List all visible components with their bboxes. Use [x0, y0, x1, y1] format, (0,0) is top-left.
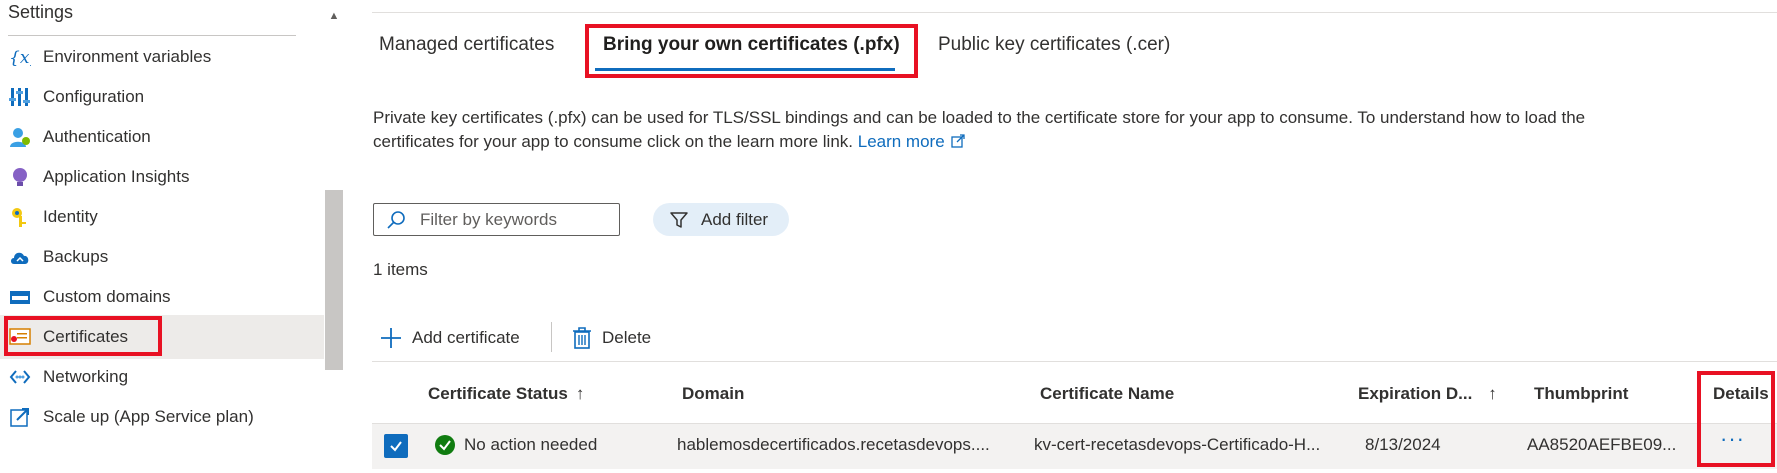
sidebar-item-label: Configuration: [43, 87, 145, 106]
sidebar-item-label: Custom domains: [43, 287, 171, 306]
networking-icon: [9, 366, 31, 388]
cell-certificate-name: kv-cert-recetasdevops-Certificado-H...: [1034, 435, 1321, 454]
delete-label: Delete: [602, 328, 652, 347]
sidebar-item-label: Authentication: [43, 127, 151, 146]
command-bar-divider: [372, 361, 1777, 362]
scale-up-icon: [9, 406, 31, 428]
search-box[interactable]: [373, 203, 620, 236]
sidebar: Settings {x} Environment variables Confi…: [0, 0, 343, 473]
backups-cloud-icon: [9, 246, 31, 268]
scroll-up-arrow-icon[interactable]: ▲: [325, 10, 343, 30]
sidebar-item-label: Certificates: [43, 327, 129, 346]
learn-more-link[interactable]: Learn more: [858, 132, 945, 151]
sort-arrow-icon: ↑: [575, 384, 585, 403]
tab-managed-certificates[interactable]: Managed certificates: [379, 34, 554, 56]
sidebar-item-application-insights[interactable]: Application Insights: [0, 155, 324, 199]
active-tab-indicator: [595, 68, 895, 71]
configuration-icon: [9, 86, 31, 108]
sort-arrow-icon: ↑: [1488, 384, 1497, 403]
variables-icon: {x}: [9, 46, 31, 68]
sidebar-item-identity[interactable]: Identity: [0, 195, 324, 239]
row-checkbox[interactable]: [384, 434, 408, 458]
sidebar-section-title: Settings: [8, 2, 74, 22]
cell-expiration-date: 8/13/2024: [1365, 435, 1441, 454]
sidebar-item-scale-up[interactable]: Scale up (App Service plan): [0, 395, 324, 439]
column-header-details[interactable]: Details: [1713, 384, 1769, 404]
success-check-circle-icon: [434, 434, 456, 456]
custom-domains-icon: [9, 286, 31, 308]
sidebar-scrollbar-thumb[interactable]: [325, 190, 343, 370]
column-header-thumbprint[interactable]: Thumbprint: [1534, 384, 1628, 404]
search-input[interactable]: [420, 209, 610, 230]
authentication-icon: [9, 126, 31, 148]
column-header-domain[interactable]: Domain: [682, 384, 744, 404]
tab-bring-your-own-certificates[interactable]: Bring your own certificates (.pfx): [603, 34, 900, 56]
sidebar-item-label: Networking: [43, 367, 129, 386]
sidebar-item-environment-variables[interactable]: {x} Environment variables: [0, 35, 324, 79]
sidebar-item-label: Application Insights: [43, 167, 190, 186]
svg-text:{x}: {x}: [9, 48, 31, 68]
filter-funnel-icon: [669, 210, 689, 230]
sidebar-item-networking[interactable]: Networking: [0, 355, 324, 399]
trash-icon: [572, 326, 592, 350]
sidebar-item-certificates[interactable]: Certificates: [0, 315, 324, 359]
add-filter-button[interactable]: Add filter: [653, 203, 789, 236]
description: Private key certificates (.pfx) can be u…: [373, 106, 1593, 155]
checkmark-icon: [390, 441, 402, 452]
add-certificate-button[interactable]: Add certificate: [380, 324, 520, 352]
sidebar-item-backups[interactable]: Backups: [0, 235, 324, 279]
sidebar-item-authentication[interactable]: Authentication: [0, 115, 324, 159]
command-separator: [551, 322, 552, 352]
column-header-expiration-date[interactable]: Expiration D... ↑: [1358, 384, 1497, 404]
cell-certificate-status: No action needed: [464, 435, 598, 454]
sidebar-item-label: Backups: [43, 247, 109, 266]
more-options-icon[interactable]: ···: [1720, 426, 1745, 452]
external-link-icon: [951, 131, 965, 155]
description-text: Private key certificates (.pfx) can be u…: [373, 108, 1586, 151]
application-insights-icon: [9, 166, 31, 188]
certificate-icon: [9, 326, 31, 348]
sidebar-item-label: Scale up (App Service plan): [43, 407, 254, 426]
sidebar-item-custom-domains[interactable]: Custom domains: [0, 275, 324, 319]
top-divider: [372, 12, 1777, 13]
sidebar-item-label: Identity: [43, 207, 98, 226]
column-header-certificate-status[interactable]: Certificate Status ↑: [428, 384, 584, 404]
tab-public-key-certificates[interactable]: Public key certificates (.cer): [938, 34, 1170, 56]
sidebar-item-label: Environment variables: [43, 47, 212, 66]
plus-icon: [380, 327, 402, 349]
search-icon: [386, 210, 406, 230]
cell-domain: hablemosdecertificados.recetasdevops....: [677, 435, 990, 454]
delete-button[interactable]: Delete: [572, 324, 651, 352]
add-certificate-label: Add certificate: [412, 328, 520, 347]
sidebar-item-configuration[interactable]: Configuration: [0, 75, 324, 119]
add-filter-label: Add filter: [701, 209, 769, 229]
identity-key-icon: [9, 206, 31, 228]
items-count: 1 items: [373, 260, 428, 279]
cell-thumbprint: AA8520AEFBE09...: [1527, 435, 1677, 454]
column-header-certificate-name[interactable]: Certificate Name: [1040, 384, 1174, 404]
